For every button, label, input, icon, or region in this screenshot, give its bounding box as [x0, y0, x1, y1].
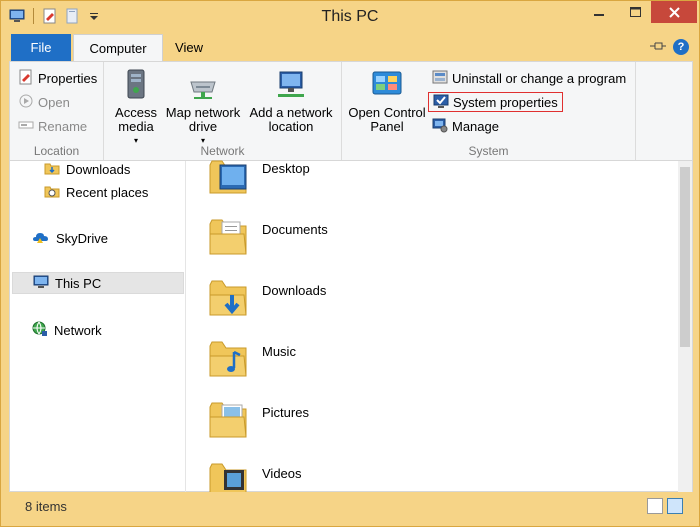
title-bar: This PC: [1, 1, 699, 34]
maximize-button[interactable]: [621, 1, 649, 23]
music-folder-icon: [208, 338, 250, 383]
nav-item-this-pc[interactable]: This PC: [12, 272, 184, 294]
pin-ribbon-icon[interactable]: [649, 40, 667, 55]
access-media-button[interactable]: Access media ▾: [112, 68, 160, 148]
uninstall-label: Uninstall or change a program: [452, 70, 627, 86]
system-group-label: System: [468, 144, 509, 158]
view-toggles: [647, 498, 683, 514]
rename-label: Rename: [38, 118, 88, 134]
system-group: Open Control Panel Uninstall or change a…: [342, 62, 636, 160]
control-panel-icon: [370, 68, 404, 102]
open-button[interactable]: Open: [18, 92, 70, 112]
network-icon: [32, 321, 48, 340]
nav-item-label: This PC: [55, 275, 102, 291]
details-view-icon[interactable]: [647, 498, 663, 514]
nav-item-downloads[interactable]: Downloads: [44, 158, 130, 180]
properties-label: Properties: [38, 70, 98, 86]
navigation-pane: Downloads Recent places SkyDrive This PC: [10, 161, 186, 492]
nav-item-skydrive[interactable]: SkyDrive: [32, 227, 108, 249]
system-properties-label: System properties: [453, 94, 558, 110]
folder-item-music[interactable]: Music: [208, 338, 296, 396]
nav-item-network[interactable]: Network: [32, 319, 102, 341]
ribbon-controls: ?: [649, 39, 689, 55]
folder-item-pictures[interactable]: Pictures: [208, 399, 309, 457]
manage-icon: [432, 117, 448, 136]
downloads-folder-icon: [208, 277, 250, 322]
location-group: Properties Open Rename Location: [10, 62, 104, 160]
add-network-location-button[interactable]: Add a network location: [246, 68, 336, 134]
open-control-panel-label: Open Control Panel: [348, 105, 426, 134]
properties-button[interactable]: Properties: [18, 68, 97, 88]
nav-item-recent-places[interactable]: Recent places: [44, 181, 148, 203]
folder-name: Documents: [262, 222, 328, 237]
access-media-label: Access media: [115, 105, 157, 134]
ribbon-tabs: File Computer View ?: [9, 34, 693, 61]
downloads-folder-icon: [44, 160, 60, 179]
add-network-location-label: Add a network location: [249, 105, 333, 134]
pictures-folder-icon: [208, 399, 250, 444]
uninstall-icon: [432, 69, 448, 88]
network-drive-icon: [186, 68, 220, 102]
help-icon[interactable]: ?: [673, 39, 689, 55]
file-list: Desktop Documents Downloads Music Pictur…: [194, 160, 682, 499]
folder-name: Music: [262, 344, 296, 359]
minimize-button[interactable]: [585, 1, 613, 23]
media-server-icon: [119, 68, 153, 102]
folder-item-desktop[interactable]: Desktop: [208, 155, 310, 213]
desktop-folder-icon: [208, 155, 250, 200]
folder-name: Desktop: [262, 161, 310, 176]
ribbon: Properties Open Rename Location Access m…: [9, 61, 693, 161]
system-properties-icon: [433, 93, 449, 112]
location-group-label: Location: [33, 144, 80, 158]
system-properties-button[interactable]: System properties: [428, 92, 563, 112]
manage-button[interactable]: Manage: [432, 116, 499, 136]
nav-item-label: Recent places: [66, 184, 149, 200]
folder-name: Pictures: [262, 405, 309, 420]
scrollbar-thumb[interactable]: [680, 167, 690, 347]
tab-computer[interactable]: Computer: [73, 34, 163, 61]
network-location-icon: [274, 68, 308, 102]
open-label: Open: [38, 94, 70, 110]
skydrive-icon: [32, 229, 50, 248]
rename-icon: [18, 117, 34, 136]
close-button[interactable]: [651, 1, 697, 23]
folder-item-documents[interactable]: Documents: [208, 216, 328, 274]
explorer-body: Downloads Recent places SkyDrive This PC: [9, 160, 693, 499]
status-bar: 8 items: [9, 492, 693, 520]
manage-label: Manage: [452, 118, 499, 134]
folder-name: Downloads: [262, 283, 327, 298]
large-icons-view-icon[interactable]: [667, 498, 683, 514]
open-icon: [18, 93, 34, 112]
explorer-window: This PC File Computer View ? Properties …: [0, 0, 700, 527]
folder-name: Videos: [262, 466, 302, 481]
network-group: Access media ▾ Map network drive ▾ Add a…: [104, 62, 342, 160]
nav-item-label: Downloads: [66, 161, 131, 177]
open-control-panel-button[interactable]: Open Control Panel: [346, 68, 428, 134]
nav-item-label: Network: [54, 322, 102, 338]
vertical-scrollbar[interactable]: [678, 161, 692, 492]
uninstall-program-button[interactable]: Uninstall or change a program: [432, 68, 626, 88]
folder-item-downloads[interactable]: Downloads: [208, 277, 326, 335]
map-network-drive-button[interactable]: Map network drive ▾: [162, 68, 244, 148]
properties-icon: [18, 69, 34, 88]
nav-item-label: SkyDrive: [56, 230, 109, 246]
recent-places-icon: [44, 183, 60, 202]
item-count: 8 items: [25, 498, 67, 514]
tab-view[interactable]: View: [165, 34, 213, 61]
map-network-drive-label: Map network drive: [165, 105, 241, 134]
rename-button[interactable]: Rename: [18, 116, 87, 136]
this-pc-icon: [33, 274, 49, 293]
tab-file[interactable]: File: [11, 34, 71, 61]
documents-folder-icon: [208, 216, 250, 261]
